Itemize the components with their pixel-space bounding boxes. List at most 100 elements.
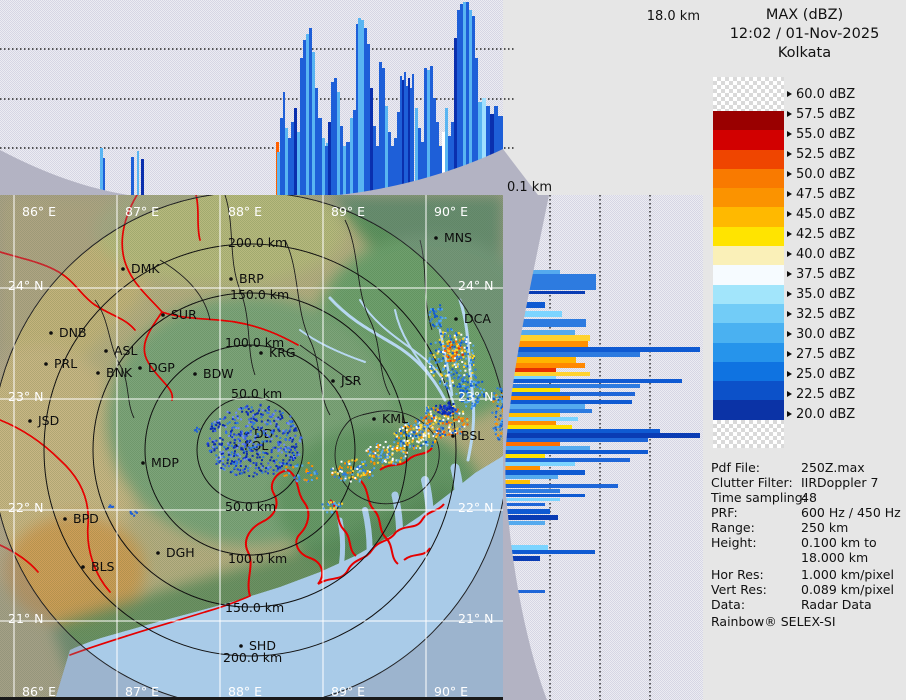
echo-speckle	[228, 411, 231, 414]
yz-bar	[504, 433, 700, 438]
echo-speckle	[251, 425, 254, 428]
echo-speckle	[427, 434, 430, 437]
echo-speckle	[255, 462, 258, 465]
yz-bar	[504, 480, 530, 484]
scale-band	[713, 361, 784, 382]
echo-speckle	[454, 370, 457, 373]
echo-speckle	[432, 422, 435, 425]
scale-label-text: 25.0 dBZ	[796, 366, 856, 382]
meta-value: 1.000 km/pixel	[801, 567, 894, 582]
echo-speckle	[269, 466, 272, 469]
echo-speckle	[468, 368, 471, 371]
echo-speckle	[499, 414, 502, 417]
echo-speckle	[432, 310, 435, 313]
echo-speckle	[227, 451, 230, 454]
echo-speckle	[261, 459, 263, 462]
xz-bar	[334, 78, 337, 195]
echo-speckle	[240, 460, 242, 463]
echo-speckle	[382, 458, 384, 461]
echo-speckle	[250, 406, 253, 409]
xz-bar	[100, 148, 103, 195]
echo-speckle	[399, 430, 402, 432]
echo-speckle	[444, 433, 447, 436]
range-ring-label: 150.0 km	[225, 600, 284, 615]
xz-bar	[312, 52, 315, 195]
echo-speckle	[400, 457, 403, 459]
echo-speckle	[399, 443, 402, 446]
echo-speckle	[285, 462, 288, 465]
scale-tick-arrow	[787, 231, 792, 237]
echo-speckle	[371, 459, 374, 462]
meta-value: 48	[801, 490, 817, 505]
echo-speckle	[463, 374, 466, 377]
echo-speckle	[457, 353, 460, 356]
echo-speckle	[250, 449, 253, 452]
echo-speckle	[267, 466, 270, 469]
xz-bar	[356, 24, 358, 195]
echo-speckle	[442, 427, 445, 430]
echo-speckle	[257, 435, 260, 438]
scale-label: 42.5 dBZ	[787, 226, 855, 242]
echo-speckle	[438, 338, 441, 341]
echo-speckle	[236, 468, 239, 471]
longitude-label-top: 89° E	[331, 204, 365, 219]
echo-speckle	[412, 427, 415, 430]
echo-speckle	[233, 418, 236, 421]
echo-speckle	[435, 436, 438, 439]
xz-bar	[291, 122, 294, 195]
echo-speckle	[472, 344, 475, 347]
echo-speckle	[330, 511, 333, 514]
echo-speckle	[469, 342, 472, 344]
echo-speckle	[449, 414, 452, 417]
echo-speckle	[432, 435, 435, 438]
yz-bar	[504, 400, 632, 404]
echo-speckle	[464, 352, 467, 355]
echo-speckle	[466, 419, 469, 422]
echo-speckle	[396, 459, 399, 462]
echo-speckle	[446, 328, 449, 331]
echo-speckle	[247, 408, 250, 410]
xz-bar	[309, 28, 312, 195]
scale-label: 32.5 dBZ	[787, 306, 855, 322]
echo-speckle	[495, 394, 498, 397]
echo-speckle	[500, 432, 503, 435]
xz-bar	[373, 126, 376, 195]
echo-speckle	[233, 455, 236, 458]
echo-speckle	[264, 430, 267, 433]
echo-speckle	[439, 436, 442, 439]
echo-speckle	[459, 343, 462, 345]
echo-speckle	[430, 367, 433, 370]
echo-speckle	[470, 359, 472, 362]
scale-label: 35.0 dBZ	[787, 286, 855, 302]
echo-speckle	[449, 406, 452, 409]
scale-label-text: 22.5 dBZ	[796, 386, 856, 402]
echo-speckle	[351, 473, 354, 476]
echo-speckle	[235, 411, 238, 414]
scale-label-text: 45.0 dBZ	[796, 206, 856, 222]
xz-bar	[131, 157, 134, 195]
xz-bar	[410, 88, 412, 195]
echo-speckle	[249, 410, 252, 413]
echo-speckle	[286, 434, 289, 437]
echo-speckle	[458, 358, 461, 361]
scale-band	[713, 323, 784, 343]
echo-speckle	[446, 345, 449, 347]
echo-speckle	[444, 407, 447, 409]
echo-speckle	[285, 429, 288, 432]
echo-speckle	[380, 452, 383, 455]
echo-speckle	[245, 452, 248, 455]
latitude-label-left: 21° N	[8, 611, 43, 626]
echo-speckle	[497, 407, 500, 410]
echo-speckle	[462, 356, 465, 359]
echo-speckle	[432, 374, 435, 377]
echo-speckle	[454, 412, 457, 415]
echo-speckle	[438, 348, 441, 350]
echo-speckle	[239, 465, 242, 467]
echo-speckle	[246, 440, 249, 443]
echo-speckle	[316, 472, 319, 475]
echo-speckle	[338, 502, 341, 505]
yz-bar	[504, 466, 540, 470]
echo-speckle	[269, 422, 272, 425]
echo-speckle	[472, 361, 475, 364]
scale-label-text: 27.5 dBZ	[796, 346, 856, 362]
